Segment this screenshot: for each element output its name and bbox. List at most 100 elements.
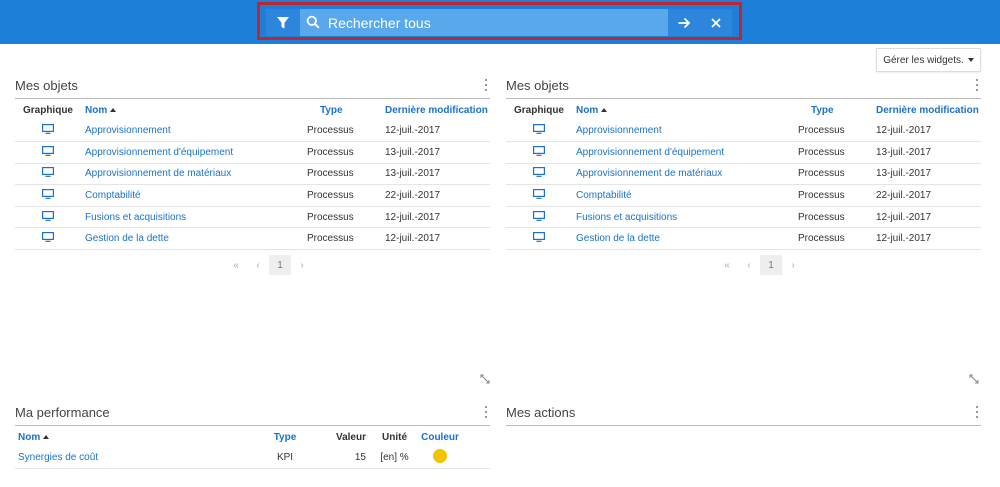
search-box-highlight: [257, 2, 742, 40]
col-type[interactable]: Type: [798, 100, 876, 120]
object-name-link[interactable]: Fusions et acquisitions: [81, 206, 307, 229]
widget-divider: [15, 98, 490, 99]
monitor-icon[interactable]: [42, 189, 54, 199]
object-name-link[interactable]: Approvisionnement d'équipement: [572, 141, 798, 164]
table-row[interactable]: Approvisionnement de matériaux Processus…: [506, 163, 981, 186]
monitor-icon[interactable]: [42, 232, 54, 243]
table-row[interactable]: Synergies de coût KPI 15 [en] %: [15, 447, 490, 470]
col-modification[interactable]: Dernière modification: [876, 100, 981, 120]
monitor-icon[interactable]: [533, 145, 545, 156]
col-nom[interactable]: Nom: [15, 427, 245, 447]
widget-menu-icon[interactable]: [482, 78, 490, 92]
object-name-link[interactable]: Comptabilité: [572, 184, 798, 207]
monitor-icon[interactable]: [42, 145, 54, 156]
object-date: 12-juil.-2017: [385, 120, 490, 143]
object-date: 12-juil.-2017: [876, 227, 981, 251]
widget-menu-icon[interactable]: [973, 78, 981, 92]
object-type: Processus: [798, 184, 876, 207]
object-type: Processus: [307, 163, 385, 186]
widget-my-objects-left: Mes objets Graphique Nom Type Dernière m…: [15, 78, 490, 388]
pagination: « ‹ 1 ›: [225, 255, 313, 275]
object-type: Processus: [307, 227, 385, 251]
objects-table: Graphique Nom Type Dernière modification…: [506, 100, 981, 251]
col-valeur: Valeur: [335, 431, 366, 443]
monitor-icon[interactable]: [533, 167, 545, 178]
resize-icon[interactable]: [480, 374, 490, 384]
object-date: 13-juil.-2017: [876, 141, 981, 164]
table-row[interactable]: Gestion de la dette Processus 12-juil.-2…: [506, 227, 981, 251]
table-row[interactable]: Comptabilité Processus 22-juil.-2017: [15, 184, 490, 207]
monitor-icon[interactable]: [533, 189, 545, 199]
search-clear-button[interactable]: [700, 9, 732, 36]
filter-button[interactable]: [266, 9, 300, 36]
col-spacer: [463, 427, 490, 447]
pager-current[interactable]: 1: [269, 255, 291, 275]
objects-table: Graphique Nom Type Dernière modification…: [15, 100, 490, 251]
object-name-link[interactable]: Approvisionnement: [81, 120, 307, 143]
table-row[interactable]: Approvisionnement d'équipement Processus…: [506, 141, 981, 164]
object-name-link[interactable]: Comptabilité: [81, 184, 307, 207]
search-bar: [266, 9, 732, 36]
object-type: Processus: [307, 206, 385, 229]
monitor-icon[interactable]: [533, 124, 545, 134]
object-date: 12-juil.-2017: [385, 227, 490, 251]
pager-first[interactable]: «: [716, 260, 738, 271]
monitor-icon[interactable]: [42, 124, 54, 134]
object-type: Processus: [307, 120, 385, 143]
pager-first[interactable]: «: [225, 260, 247, 271]
kpi-name-link[interactable]: Synergies de coût: [15, 447, 245, 470]
widget-title: Mes actions: [506, 405, 576, 420]
object-name-link[interactable]: Approvisionnement d'équipement: [81, 141, 307, 164]
object-name-link[interactable]: Approvisionnement: [572, 120, 798, 143]
monitor-icon[interactable]: [42, 167, 54, 178]
table-row[interactable]: Fusions et acquisitions Processus 12-jui…: [506, 206, 981, 229]
table-row[interactable]: Comptabilité Processus 22-juil.-2017: [506, 184, 981, 207]
pager-next[interactable]: ›: [782, 260, 804, 271]
col-modification[interactable]: Dernière modification: [385, 100, 490, 120]
object-name-link[interactable]: Gestion de la dette: [81, 227, 307, 251]
object-name-link[interactable]: Fusions et acquisitions: [572, 206, 798, 229]
monitor-icon[interactable]: [533, 232, 545, 243]
widget-my-objects-right: Mes objets Graphique Nom Type Dernière m…: [506, 78, 981, 388]
object-name-link[interactable]: Approvisionnement de matériaux: [81, 163, 307, 186]
object-type: Processus: [798, 206, 876, 229]
object-date: 12-juil.-2017: [876, 206, 981, 229]
search-input[interactable]: [328, 9, 666, 36]
pager-current[interactable]: 1: [760, 255, 782, 275]
col-nom-label: Nom: [85, 104, 108, 116]
widget-menu-icon[interactable]: [482, 405, 490, 419]
sort-asc-icon: [110, 107, 117, 112]
manage-widgets-button[interactable]: Gérer les widgets.: [876, 48, 981, 72]
table-row[interactable]: Approvisionnement de matériaux Processus…: [15, 163, 490, 186]
object-type: Processus: [798, 227, 876, 251]
object-name-link[interactable]: Approvisionnement de matériaux: [572, 163, 798, 186]
object-type: Processus: [307, 184, 385, 207]
pager-next[interactable]: ›: [291, 260, 313, 271]
object-name-link[interactable]: Gestion de la dette: [572, 227, 798, 251]
pager-prev[interactable]: ‹: [247, 260, 269, 271]
arrow-right-icon: [678, 17, 691, 28]
col-nom[interactable]: Nom: [81, 100, 307, 120]
table-row[interactable]: Fusions et acquisitions Processus 12-jui…: [15, 206, 490, 229]
table-row[interactable]: Approvisionnement Processus 12-juil.-201…: [506, 120, 981, 143]
col-graphique: Graphique: [513, 104, 564, 116]
object-type: Processus: [798, 163, 876, 186]
object-type: Processus: [307, 141, 385, 164]
widget-menu-icon[interactable]: [973, 405, 981, 419]
table-row[interactable]: Approvisionnement Processus 12-juil.-201…: [15, 120, 490, 143]
monitor-icon[interactable]: [533, 210, 545, 221]
resize-icon[interactable]: [969, 374, 979, 384]
performance-table: Nom Type Valeur Unité Couleur Synergies …: [15, 427, 490, 470]
col-type[interactable]: Type: [245, 427, 325, 447]
col-couleur[interactable]: Couleur: [417, 427, 463, 447]
search-go-button[interactable]: [668, 9, 700, 36]
pager-prev[interactable]: ‹: [738, 260, 760, 271]
table-row[interactable]: Gestion de la dette Processus 12-juil.-2…: [15, 227, 490, 251]
col-nom[interactable]: Nom: [572, 100, 798, 120]
col-unite: Unité: [382, 431, 407, 443]
monitor-icon[interactable]: [42, 210, 54, 221]
pagination: « ‹ 1 ›: [716, 255, 804, 275]
table-row[interactable]: Approvisionnement d'équipement Processus…: [15, 141, 490, 164]
col-type[interactable]: Type: [307, 100, 385, 120]
object-type: Processus: [798, 141, 876, 164]
